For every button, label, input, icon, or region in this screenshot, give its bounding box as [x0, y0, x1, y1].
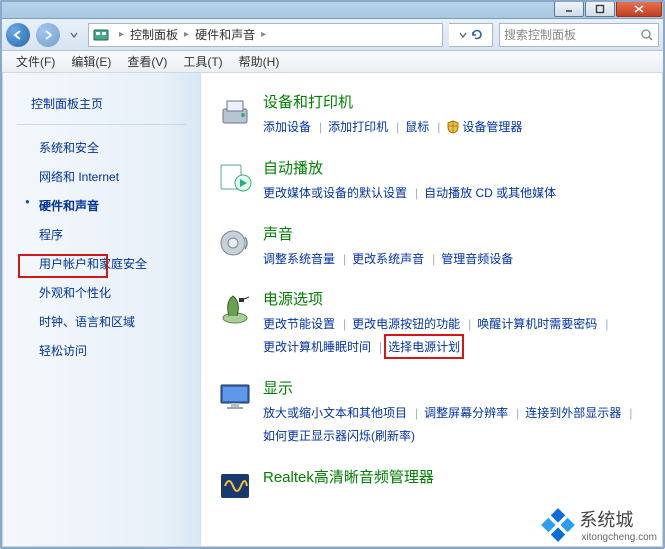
sidebar-home[interactable]: 控制面板主页 — [3, 91, 200, 116]
section-link[interactable]: 调整屏幕分辨率 — [424, 402, 508, 425]
section-link[interactable]: 调整系统音量 — [263, 248, 335, 271]
autoplay-icon — [215, 157, 255, 197]
breadcrumb-part[interactable]: 控制面板 — [130, 26, 178, 43]
section-link[interactable]: 更改系统声音 — [352, 248, 424, 271]
power-icon — [215, 288, 255, 328]
section-link[interactable]: 如何更正显示器闪烁(刷新率) — [263, 425, 415, 448]
sidebar-item-appearance[interactable]: 外观和个性化 — [3, 278, 200, 307]
menu-help[interactable]: 帮助(H) — [231, 53, 288, 70]
breadcrumb-part[interactable]: 硬件和声音 — [195, 26, 255, 43]
breadcrumb[interactable]: ▸ 控制面板 ▸ 硬件和声音 ▸ — [88, 23, 443, 47]
section-title[interactable]: 显示 — [263, 377, 650, 398]
chevron-right-icon: ▸ — [119, 29, 124, 40]
menu-tools[interactable]: 工具(T) — [175, 53, 230, 70]
section-link[interactable]: 管理音频设备 — [441, 248, 513, 271]
sidebar-item-hardware[interactable]: 硬件和声音 — [3, 191, 200, 220]
maximize-button[interactable] — [585, 1, 615, 17]
menu-edit[interactable]: 编辑(E) — [63, 53, 119, 70]
section-link[interactable]: 更改节能设置 — [263, 313, 335, 336]
section-link[interactable]: 更改计算机睡眠时间 — [263, 336, 371, 359]
chevron-right-icon: ▸ — [261, 29, 266, 40]
section-link[interactable]: 添加设备 — [263, 116, 311, 139]
section-title[interactable]: 声音 — [263, 223, 650, 244]
section-link[interactable]: 添加打印机 — [328, 116, 388, 139]
watermark-url: xitongcheng.com — [581, 532, 657, 543]
section-link[interactable]: 放大或缩小文本和其他项目 — [263, 402, 407, 425]
sidebar-item-clock[interactable]: 时钟、语言和区域 — [3, 307, 200, 336]
minimize-button[interactable] — [554, 1, 584, 17]
control-panel-icon — [93, 27, 109, 43]
watermark-brand: 系统城 — [579, 506, 657, 532]
sound-icon — [215, 223, 255, 263]
sidebar-item-access[interactable]: 轻松访问 — [3, 336, 200, 365]
watermark: 系统城 xitongcheng.com — [541, 506, 657, 543]
menu-file[interactable]: 文件(F) — [8, 53, 63, 70]
printer-icon — [215, 91, 255, 131]
chevron-right-icon: ▸ — [184, 29, 189, 40]
section-link[interactable]: 连接到外部显示器 — [525, 402, 621, 425]
menu-view[interactable]: 查看(V) — [119, 53, 175, 70]
section-link[interactable]: 唤醒计算机时需要密码 — [477, 313, 597, 336]
section-link[interactable]: 更改媒体或设备的默认设置 — [263, 182, 407, 205]
section-title[interactable]: 设备和打印机 — [263, 91, 650, 112]
section-link[interactable]: 自动播放 CD 或其他媒体 — [424, 182, 556, 205]
section-title[interactable]: 自动播放 — [263, 157, 650, 178]
sidebar-item-network[interactable]: 网络和 Internet — [3, 162, 200, 191]
section-link-shielded[interactable]: 设备管理器 — [462, 116, 522, 139]
close-button[interactable] — [616, 1, 662, 17]
sidebar-item-accounts[interactable]: 用户帐户和家庭安全 — [3, 249, 200, 278]
refresh-icon[interactable] — [470, 28, 484, 42]
sidebar-item-programs[interactable]: 程序 — [3, 220, 200, 249]
display-icon — [215, 377, 255, 417]
back-button[interactable] — [6, 23, 30, 47]
sidebar-item-security[interactable]: 系统和安全 — [3, 133, 200, 162]
realtek-icon — [215, 466, 255, 506]
section-link[interactable]: 选择电源计划 — [388, 336, 460, 359]
shield-icon — [446, 119, 460, 133]
forward-button[interactable] — [36, 23, 60, 47]
section-link[interactable]: 更改电源按钮的功能 — [352, 313, 460, 336]
dropdown-icon[interactable] — [458, 30, 468, 40]
search-input[interactable]: 搜索控制面板 — [499, 23, 659, 47]
section-title[interactable]: Realtek高清晰音频管理器 — [263, 466, 650, 487]
history-dropdown[interactable] — [66, 23, 82, 47]
section-link[interactable]: 鼠标 — [405, 116, 429, 139]
watermark-logo-icon — [541, 508, 575, 542]
search-icon — [640, 28, 654, 42]
section-title[interactable]: 电源选项 — [263, 288, 650, 309]
